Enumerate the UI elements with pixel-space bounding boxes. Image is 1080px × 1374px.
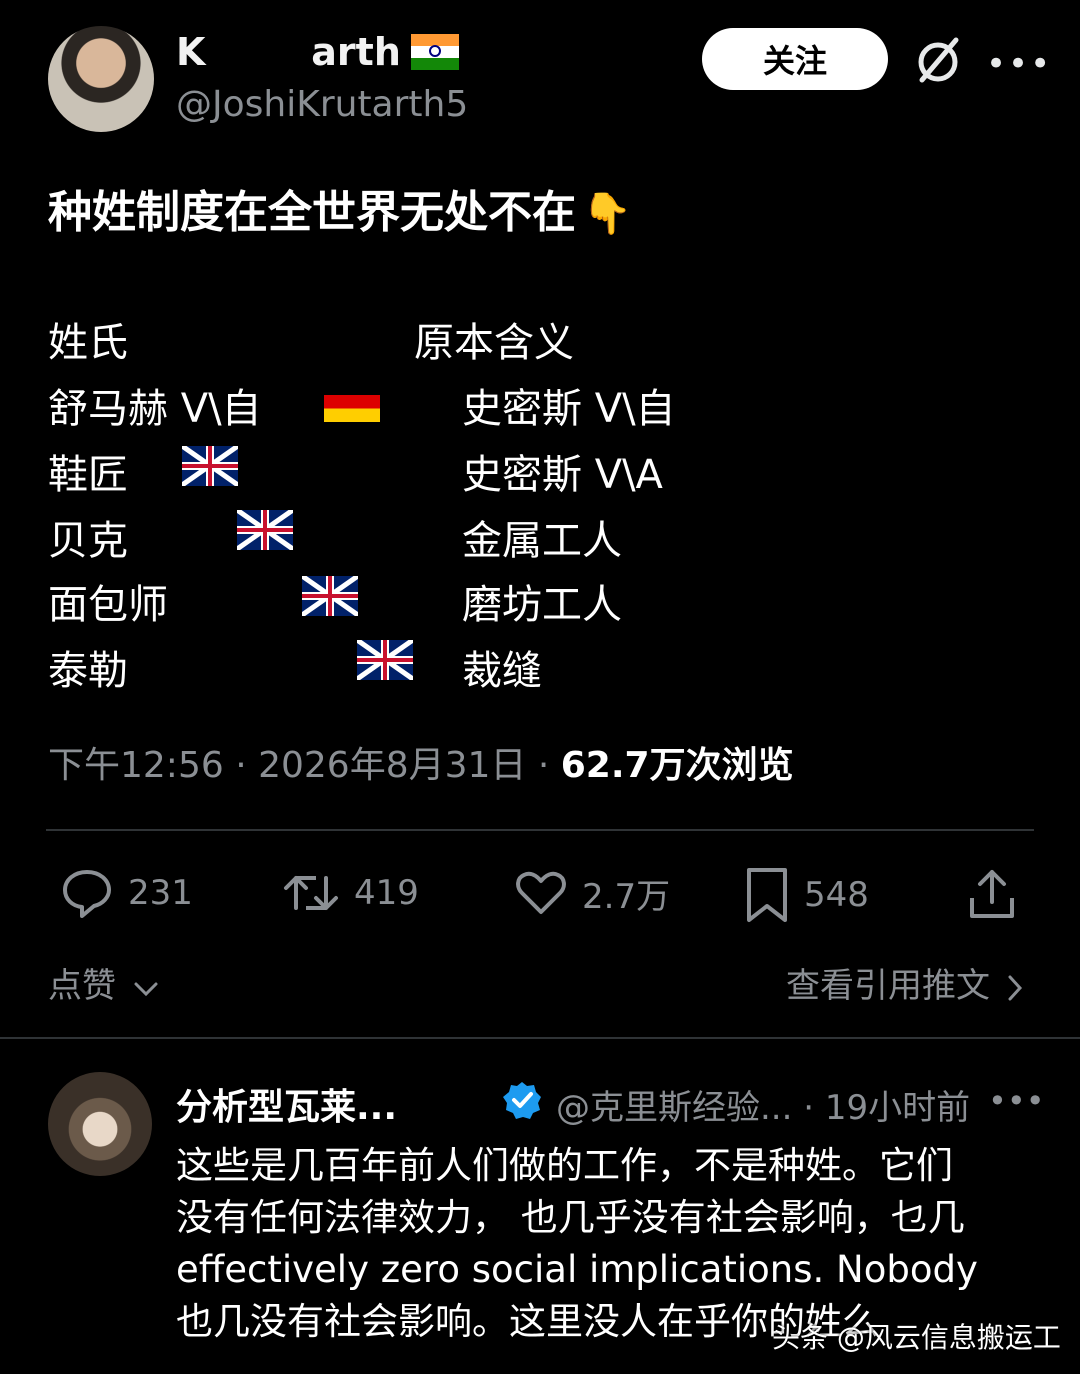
- reply-author-avatar[interactable]: [48, 1072, 152, 1176]
- display-name-text: K arth: [176, 30, 401, 74]
- meaning-cell: 磨坊工人: [462, 582, 622, 628]
- tweet-timestamp[interactable]: 下午12:56 · 2026年8月31日 · 62.7万次浏览: [48, 736, 794, 788]
- meaning-cell: 裁缝: [462, 648, 542, 694]
- meaning-cell: 金属工人: [462, 518, 622, 564]
- uk-flag-icon: [237, 510, 294, 550]
- follow-button[interactable]: 关注: [702, 28, 888, 90]
- germany-flag-icon: [324, 382, 380, 422]
- grok-icon[interactable]: [912, 34, 964, 86]
- view-quotes-link[interactable]: 查看引用推文: [786, 958, 1025, 1007]
- reply-handle-time[interactable]: @克里斯经验... · 19小时前: [556, 1080, 970, 1129]
- author-handle[interactable]: @JoshiKrutarth5: [176, 84, 468, 125]
- india-flag-icon: [410, 34, 459, 70]
- divider: [46, 829, 1034, 831]
- author-avatar[interactable]: [48, 26, 154, 132]
- surname-cell: 贝克: [48, 518, 128, 564]
- reply-more-icon[interactable]: •••: [988, 1082, 1045, 1120]
- bookmark-count: 548: [804, 875, 869, 915]
- view-count: 62.7万次浏览: [560, 745, 794, 786]
- verified-badge-icon: [503, 1082, 541, 1119]
- uk-flag-icon: [357, 640, 414, 680]
- view-quotes-label: 查看引用推文: [786, 966, 990, 1006]
- surname-cell: 鞋匠: [48, 452, 128, 498]
- meaning-cell: 史密斯 ᐯ\A: [462, 452, 663, 498]
- uk-flag-icon: [302, 576, 359, 616]
- reply-text-line: 没有任何法律效力， 也几乎没有社会影响，乜几: [176, 1196, 965, 1239]
- heart-icon: [516, 871, 566, 914]
- like-button[interactable]: 2.7万: [514, 866, 670, 920]
- divider: [0, 1037, 1080, 1039]
- bookmark-icon: [747, 868, 787, 922]
- column-header-surname: 姓氏: [48, 320, 128, 366]
- reply-text-line: 这些是几百年前人们做的工作，不是种姓。它们: [176, 1144, 953, 1187]
- likes-dropdown[interactable]: 点赞: [48, 958, 159, 1007]
- reply-icon: [63, 870, 111, 918]
- chevron-down-icon: [134, 982, 158, 996]
- timestamp-text: 下午12:56 · 2026年8月31日 ·: [48, 745, 561, 786]
- surname-cell: 面包师: [48, 582, 168, 628]
- reply-author-name[interactable]: 分析型瓦莱...: [176, 1078, 397, 1130]
- surname-cell: 泰勒: [48, 648, 128, 694]
- meaning-cell: 史密斯 ᐯ\自: [462, 386, 676, 432]
- surname-cell: 舒马赫 ᐯ\自: [48, 386, 262, 432]
- retweet-button[interactable]: 419: [282, 866, 419, 920]
- share-icon: [970, 870, 1014, 918]
- watermark: 头条 @风云信息搬运工: [772, 1321, 1061, 1354]
- reply-button[interactable]: 231: [60, 866, 193, 920]
- more-options-icon[interactable]: •••: [986, 44, 1052, 84]
- reply-text-line: effectively zero social implications. No…: [176, 1248, 978, 1291]
- reply-count: 231: [128, 873, 193, 913]
- likes-label: 点赞: [48, 966, 116, 1006]
- pointing-down-emoji: 👇: [582, 191, 632, 237]
- tweet-text: 种姓制度在全世界无处不在 👇: [48, 176, 632, 240]
- share-button[interactable]: [966, 866, 1018, 922]
- uk-flag-icon: [182, 446, 238, 486]
- retweet-count: 419: [354, 873, 419, 913]
- author-display-name[interactable]: K arth: [176, 30, 459, 74]
- chevron-right-icon: [1008, 975, 1022, 1000]
- column-header-meaning: 原本含义: [414, 320, 574, 366]
- retweet-icon: [284, 876, 338, 910]
- like-count: 2.7万: [582, 876, 671, 917]
- bookmark-button[interactable]: 548: [744, 866, 869, 924]
- tweet-text-content: 种姓制度在全世界无处不在: [48, 187, 576, 238]
